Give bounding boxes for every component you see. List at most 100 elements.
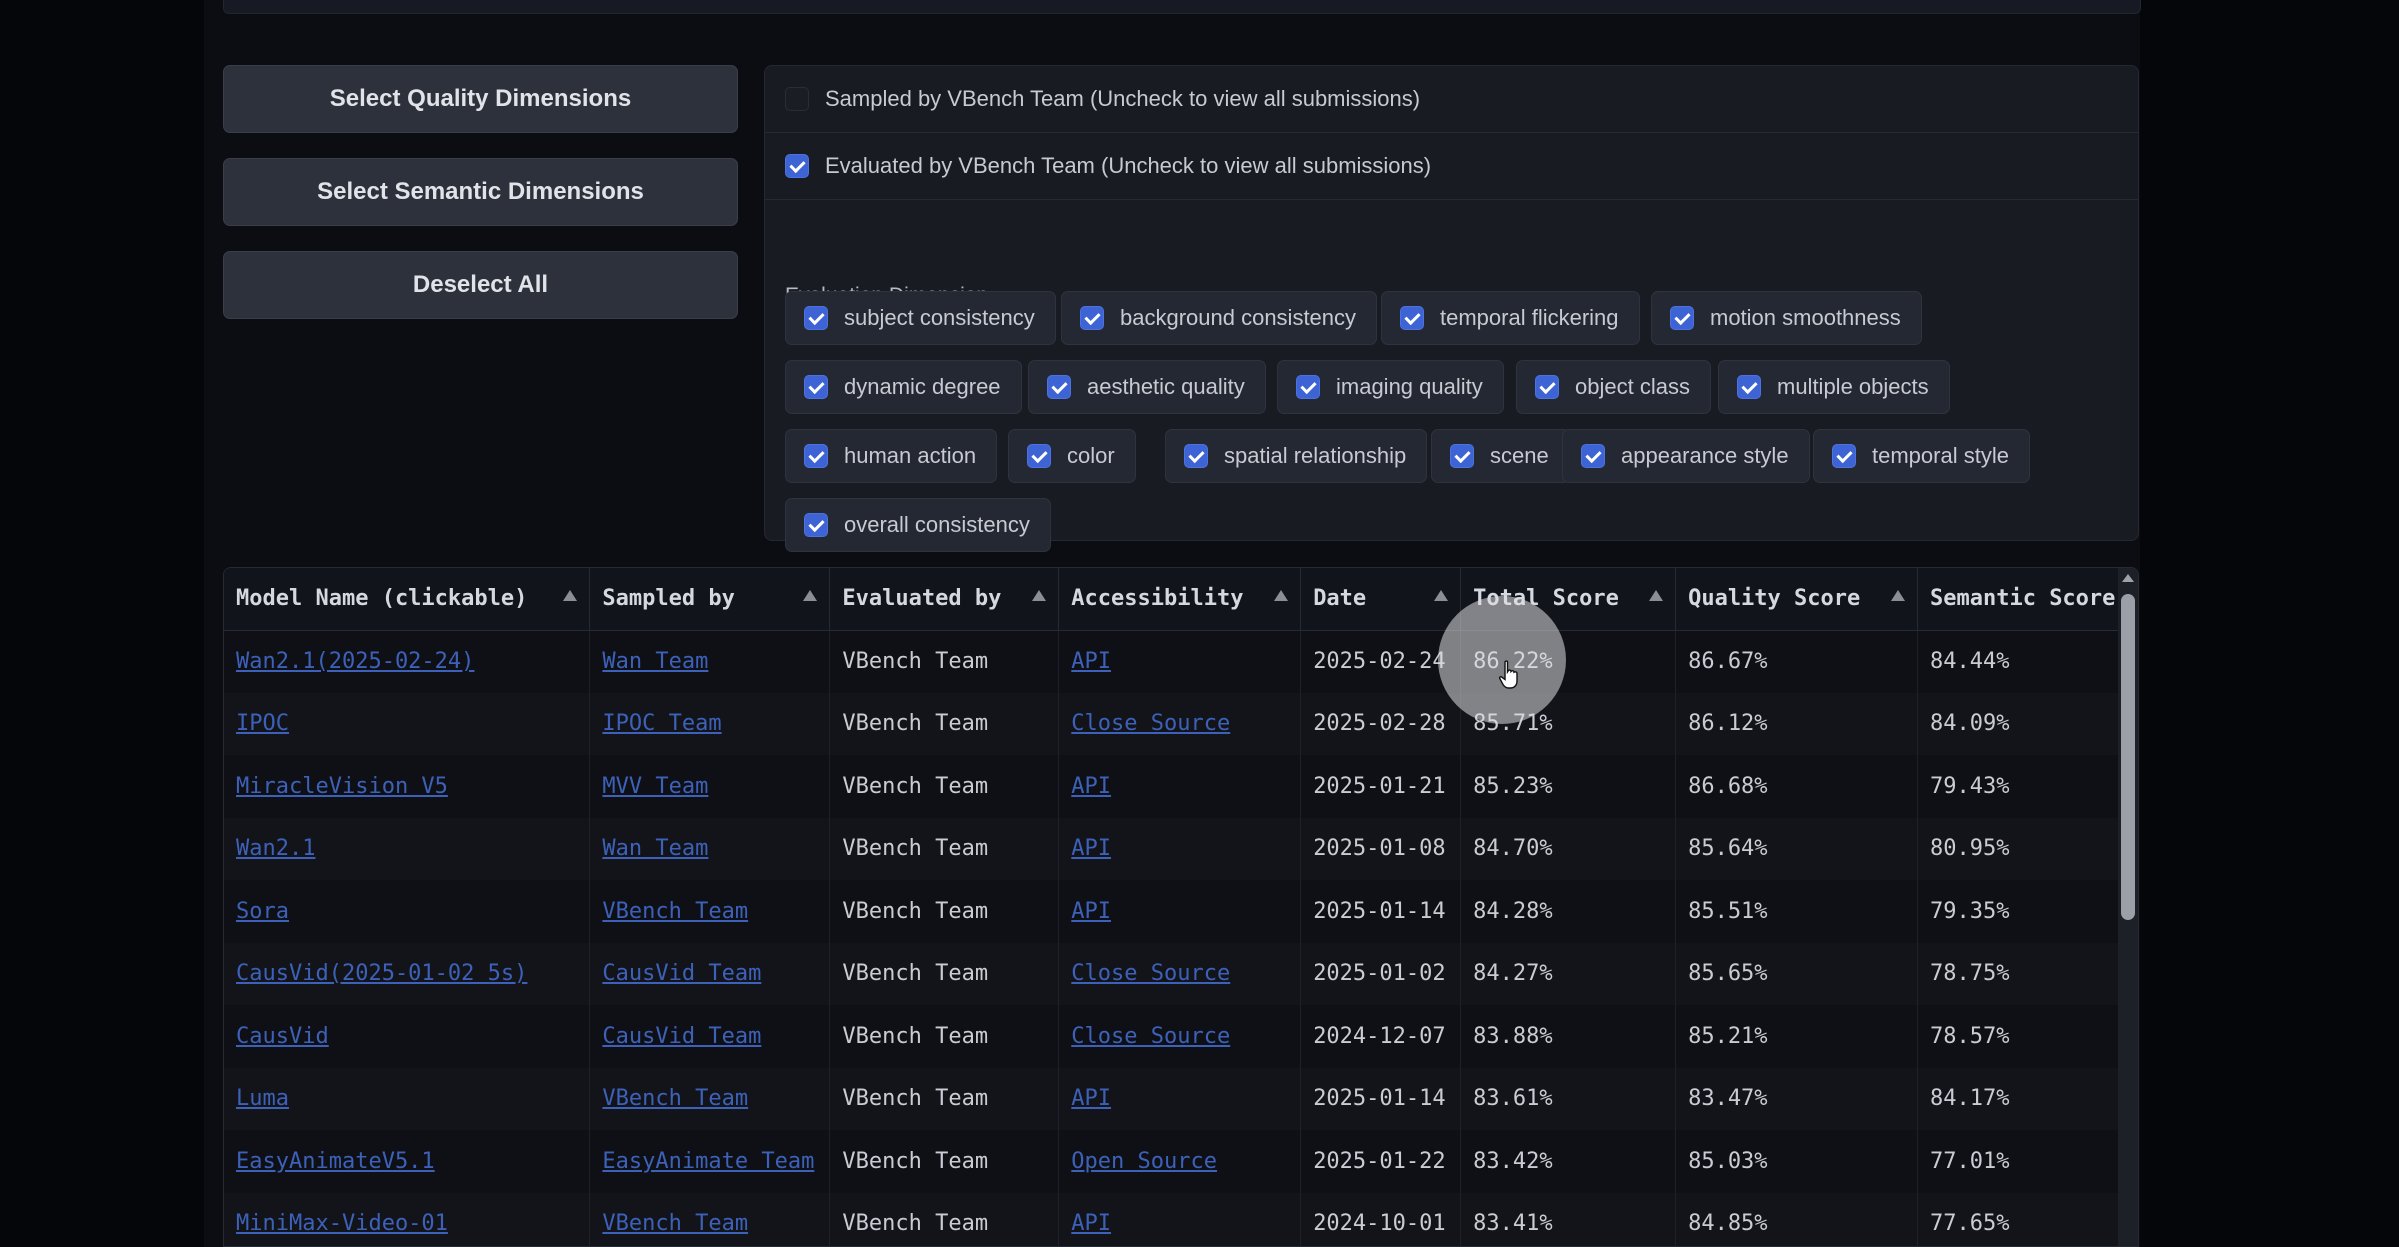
table-cell[interactable]: VBench Team — [589, 1067, 831, 1130]
column-header[interactable]: Semantic Score — [1917, 568, 2138, 631]
table-cell[interactable]: CausVid Team — [589, 1005, 831, 1068]
dimension-chip[interactable]: color — [1008, 429, 1136, 483]
team-link[interactable]: IPOC Team — [602, 711, 721, 736]
model-name-link[interactable]: Wan2.1(2025-02-24) — [236, 649, 474, 674]
accessibility-link[interactable]: Close Source — [1071, 711, 1230, 736]
dimension-chip[interactable]: imaging quality — [1277, 360, 1504, 414]
column-header[interactable]: Evaluated by — [829, 568, 1060, 631]
model-name-link[interactable]: CausVid — [236, 1024, 329, 1049]
table-cell[interactable]: API — [1058, 817, 1302, 880]
accessibility-link[interactable]: Open Source — [1071, 1149, 1217, 1174]
scrollbar-thumb[interactable] — [2121, 594, 2135, 920]
team-link[interactable]: CausVid Team — [602, 1024, 761, 1049]
table-cell[interactable]: API — [1058, 755, 1302, 818]
dimension-chip[interactable]: temporal style — [1813, 429, 2030, 483]
accessibility-link[interactable]: API — [1071, 1211, 1111, 1236]
dimension-chip[interactable]: temporal flickering — [1381, 291, 1640, 345]
table-cell[interactable]: VBench Team — [589, 1192, 831, 1246]
table-cell[interactable]: Wan2.1 — [224, 817, 591, 880]
dimension-chip[interactable]: subject consistency — [785, 291, 1056, 345]
dimension-chip[interactable]: multiple objects — [1718, 360, 1950, 414]
accessibility-link[interactable]: API — [1071, 774, 1111, 799]
sort-arrow-icon[interactable] — [1890, 590, 1905, 601]
table-cell[interactable]: API — [1058, 880, 1302, 943]
table-cell[interactable]: MiniMax-Video-01 — [224, 1192, 591, 1246]
table-cell[interactable]: API — [1058, 630, 1302, 693]
checkbox-icon[interactable] — [1296, 375, 1320, 399]
table-cell[interactable]: Close Source — [1058, 942, 1302, 1005]
select-quality-dimensions-button[interactable]: Select Quality Dimensions — [223, 65, 738, 133]
column-header[interactable]: Model Name (clickable) — [224, 568, 591, 631]
team-link[interactable]: EasyAnimate Team — [602, 1149, 814, 1174]
team-link[interactable]: Wan Team — [602, 836, 708, 861]
sort-arrow-icon[interactable] — [563, 590, 578, 601]
table-cell[interactable]: EasyAnimate Team — [589, 1130, 831, 1193]
table-cell[interactable]: Open Source — [1058, 1130, 1302, 1193]
table-cell[interactable]: Close Source — [1058, 692, 1302, 755]
accessibility-link[interactable]: API — [1071, 899, 1111, 924]
evaluated-by-checkbox[interactable] — [785, 154, 809, 178]
table-cell[interactable]: API — [1058, 1192, 1302, 1246]
column-header[interactable]: Sampled by — [589, 568, 831, 631]
checkbox-icon[interactable] — [1400, 306, 1424, 330]
team-link[interactable]: VBench Team — [602, 1086, 748, 1111]
checkbox-icon[interactable] — [1080, 306, 1104, 330]
table-cell[interactable]: Sora — [224, 880, 591, 943]
model-name-link[interactable]: IPOC — [236, 711, 289, 736]
column-header[interactable]: Quality Score — [1675, 568, 1918, 631]
table-cell[interactable]: MiracleVision V5 — [224, 755, 591, 818]
checkbox-icon[interactable] — [804, 306, 828, 330]
dimension-chip[interactable]: object class — [1516, 360, 1711, 414]
sort-arrow-icon[interactable] — [1649, 590, 1664, 601]
checkbox-icon[interactable] — [1832, 444, 1856, 468]
table-cell[interactable]: API — [1058, 1067, 1302, 1130]
team-link[interactable]: Wan Team — [602, 649, 708, 674]
table-cell[interactable]: Wan Team — [589, 630, 831, 693]
accessibility-link[interactable]: Close Source — [1071, 961, 1230, 986]
model-name-link[interactable]: Sora — [236, 899, 289, 924]
accessibility-link[interactable]: API — [1071, 836, 1111, 861]
evaluated-by-filter[interactable]: Evaluated by VBench Team (Uncheck to vie… — [765, 133, 2138, 200]
model-name-link[interactable]: Luma — [236, 1086, 289, 1111]
checkbox-icon[interactable] — [1737, 375, 1761, 399]
table-cell[interactable]: Wan2.1(2025-02-24) — [224, 630, 591, 693]
checkbox-icon[interactable] — [1450, 444, 1474, 468]
table-cell[interactable]: CausVid — [224, 1005, 591, 1068]
team-link[interactable]: VBench Team — [602, 1211, 748, 1236]
checkbox-icon[interactable] — [1027, 444, 1051, 468]
table-cell[interactable]: CausVid(2025-01-02 5s) — [224, 942, 591, 1005]
checkbox-icon[interactable] — [1581, 444, 1605, 468]
dimension-chip[interactable]: aesthetic quality — [1028, 360, 1266, 414]
dimension-chip[interactable]: motion smoothness — [1651, 291, 1922, 345]
dimension-chip[interactable]: dynamic degree — [785, 360, 1022, 414]
checkbox-icon[interactable] — [804, 444, 828, 468]
deselect-all-button[interactable]: Deselect All — [223, 251, 738, 319]
checkbox-icon[interactable] — [804, 375, 828, 399]
checkbox-icon[interactable] — [1670, 306, 1694, 330]
team-link[interactable]: CausVid Team — [602, 961, 761, 986]
column-header[interactable]: Date — [1300, 568, 1462, 631]
dimension-chip[interactable]: spatial relationship — [1165, 429, 1428, 483]
accessibility-link[interactable]: Close Source — [1071, 1024, 1230, 1049]
model-name-link[interactable]: MiracleVision V5 — [236, 774, 448, 799]
checkbox-icon[interactable] — [1184, 444, 1208, 468]
table-cell[interactable]: Wan Team — [589, 817, 831, 880]
table-scrollbar[interactable] — [2118, 568, 2138, 1246]
sampled-by-filter[interactable]: Sampled by VBench Team (Uncheck to view … — [765, 66, 2138, 133]
model-name-link[interactable]: CausVid(2025-01-02 5s) — [236, 961, 527, 986]
model-name-link[interactable]: EasyAnimateV5.1 — [236, 1149, 435, 1174]
accessibility-link[interactable]: API — [1071, 1086, 1111, 1111]
table-cell[interactable]: CausVid Team — [589, 942, 831, 1005]
table-cell[interactable]: Luma — [224, 1067, 591, 1130]
checkbox-icon[interactable] — [804, 513, 828, 537]
model-name-link[interactable]: MiniMax-Video-01 — [236, 1211, 448, 1236]
checkbox-icon[interactable] — [1047, 375, 1071, 399]
select-semantic-dimensions-button[interactable]: Select Semantic Dimensions — [223, 158, 738, 226]
dimension-chip[interactable]: background consistency — [1061, 291, 1378, 345]
dimension-chip[interactable]: human action — [785, 429, 998, 483]
sort-arrow-icon[interactable] — [1274, 590, 1289, 601]
dimension-chip[interactable]: appearance style — [1562, 429, 1810, 483]
column-header[interactable]: Accessibility — [1058, 568, 1302, 631]
scroll-up-arrow-icon[interactable] — [2122, 574, 2134, 582]
dimension-chip[interactable]: overall consistency — [785, 498, 1051, 552]
